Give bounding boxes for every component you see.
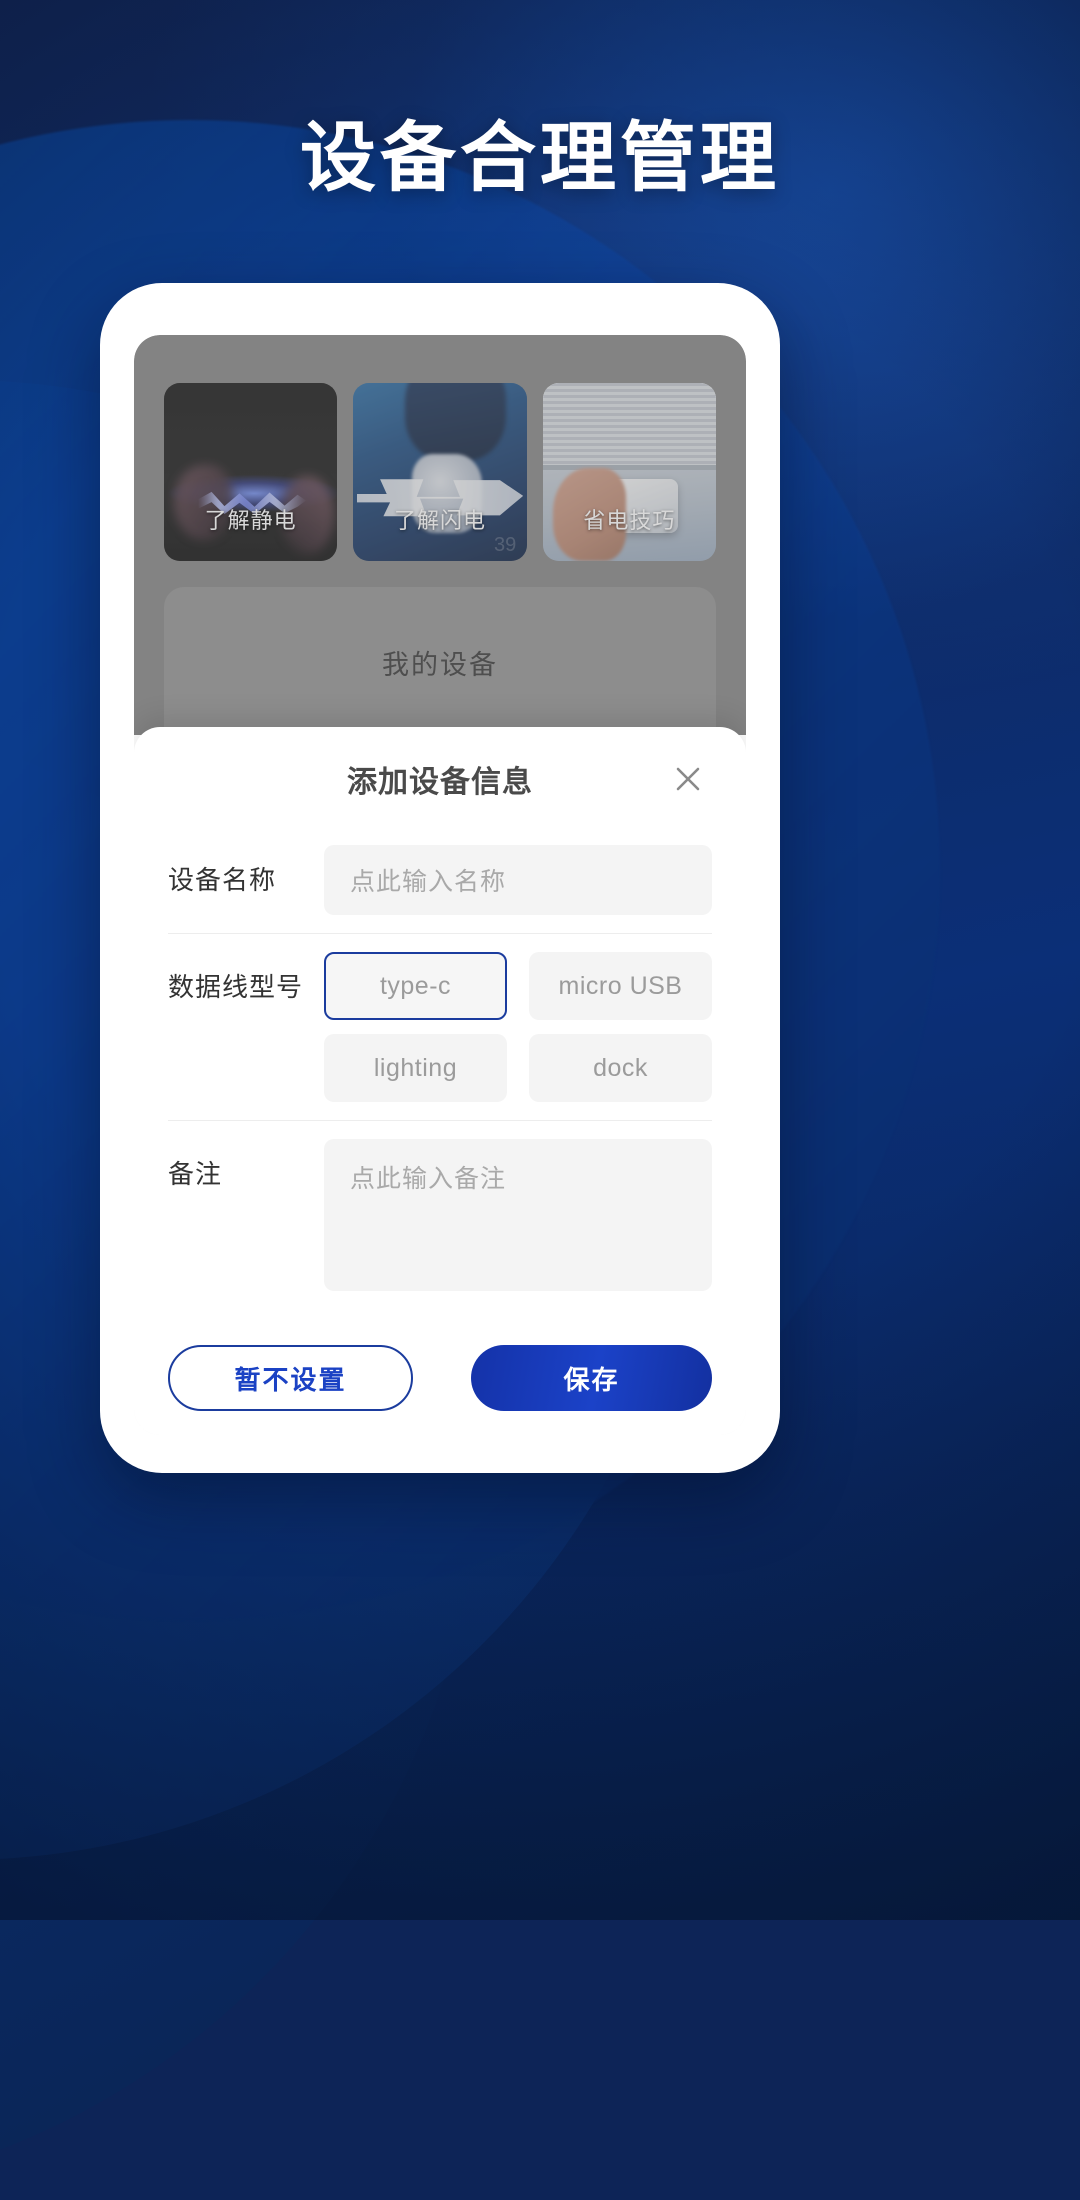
- divider: [168, 933, 712, 934]
- my-device-panel: 我的设备: [164, 587, 716, 737]
- phone-mockup: 了解静电 39 了解闪电 省电技巧 我的设备 添加设备信息 设备名称 点此输入名…: [100, 283, 780, 1473]
- tile-power-saving[interactable]: 省电技巧: [542, 383, 716, 561]
- cable-type-label: 数据线型号: [168, 972, 304, 1002]
- add-device-sheet: 添加设备信息 设备名称 点此输入名称 数据线型号 type-c micro US…: [134, 727, 746, 1435]
- device-name-row: 设备名称 点此输入名称: [168, 831, 712, 929]
- cancel-button[interactable]: 暂不设置: [168, 1345, 413, 1411]
- remark-input[interactable]: 点此输入备注: [324, 1139, 712, 1291]
- close-icon[interactable]: [666, 757, 710, 801]
- app-content-dimmed: 了解静电 39 了解闪电 省电技巧 我的设备: [134, 335, 746, 737]
- tile-list: 了解静电 39 了解闪电 省电技巧: [164, 383, 716, 561]
- divider: [168, 1120, 712, 1121]
- remark-row: 备注 点此输入备注: [168, 1125, 712, 1305]
- cable-option-micro-usb[interactable]: micro USB: [529, 952, 712, 1020]
- cable-type-row: 数据线型号 type-c micro USB lighting dock: [168, 938, 712, 1116]
- device-name-label: 设备名称: [168, 865, 277, 895]
- cable-option-dock[interactable]: dock: [529, 1034, 712, 1102]
- remark-label: 备注: [168, 1159, 223, 1189]
- remark-placeholder: 点此输入备注: [350, 1165, 507, 1193]
- cable-option-lighting[interactable]: lighting: [324, 1034, 507, 1102]
- cable-option-type-c[interactable]: type-c: [324, 952, 507, 1020]
- sheet-actions: 暂不设置 保存: [168, 1305, 712, 1411]
- tile-label: 了解闪电: [393, 508, 486, 533]
- cable-type-options: type-c micro USB lighting dock: [324, 952, 712, 1102]
- device-name-input[interactable]: 点此输入名称: [324, 845, 712, 915]
- save-button[interactable]: 保存: [471, 1345, 712, 1411]
- my-device-title: 我的设备: [382, 649, 498, 680]
- tile-lightning[interactable]: 39 了解闪电: [353, 383, 527, 561]
- sheet-title: 添加设备信息: [347, 766, 533, 799]
- tile-static-electricity[interactable]: 了解静电: [164, 383, 338, 561]
- page-title: 设备合理管理: [300, 116, 780, 201]
- device-name-placeholder: 点此输入名称: [350, 868, 507, 896]
- phone-screen: 了解静电 39 了解闪电 省电技巧 我的设备 添加设备信息 设备名称 点此输入名…: [134, 335, 746, 1435]
- tile-label: 了解静电: [204, 508, 297, 533]
- sheet-header: 添加设备信息: [168, 727, 712, 831]
- tile-label: 省电技巧: [583, 508, 676, 533]
